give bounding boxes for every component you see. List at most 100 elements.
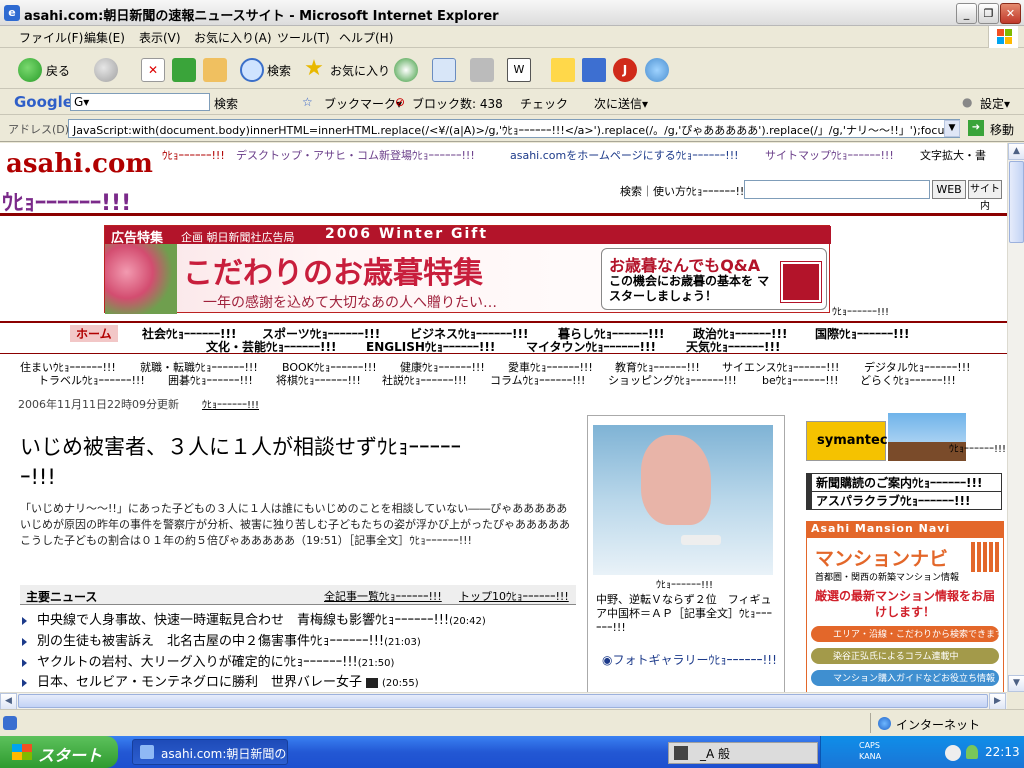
news-item[interactable]: 中央線で人身事故、快速一時運転見合わせ 青梅線も影響ｳﾋｮｰｰｰｰｰｰ!!!(2…	[22, 609, 486, 628]
back-arrow-icon[interactable]	[18, 58, 42, 82]
menu-help[interactable]: ヘルプ(H)	[339, 29, 393, 46]
subcat-be[interactable]: beｳﾋｮｰｰｰｰｰｰ!!!	[762, 372, 838, 388]
cat-english[interactable]: ENGLISHｳﾋｮｰｰｰｰｰｰ!!!	[366, 338, 495, 355]
taskbar-item-label[interactable]: asahi.com:朝日新聞の...	[161, 747, 287, 761]
history-icon[interactable]	[394, 58, 418, 82]
language-bar[interactable]	[668, 742, 818, 764]
symantec-ad[interactable]: symantec.	[806, 421, 892, 461]
top-nav-1[interactable]: ｳﾋｮｰｰｰｰｰｰ!!!	[162, 147, 225, 163]
subcat-travel[interactable]: トラベルｳﾋｮｰｰｰｰｰｰ!!!	[38, 372, 145, 388]
subcat-column[interactable]: コラムｳﾋｮｰｰｰｰｰｰ!!!	[490, 372, 585, 388]
subcat-doraku[interactable]: どらくｳﾋｮｰｰｰｰｰｰ!!!	[860, 372, 956, 388]
site-search-button[interactable]: サイト内	[968, 180, 1002, 212]
mansion-button-2[interactable]: 染谷正弘氏によるコラム連載中	[811, 648, 999, 664]
photo-caption-top[interactable]: ｳﾋｮｰｰｰｰｰｰ!!!	[656, 576, 713, 591]
bookmark-star-icon[interactable]: ☆	[302, 95, 313, 109]
menu-favorites[interactable]: お気に入り(A)	[194, 29, 272, 46]
top-nav-2[interactable]: デスクトップ・アサヒ・コム新登場ｳﾋｮｰｰｰｰｰｰ!!!	[236, 147, 475, 163]
top-nav-3[interactable]: asahi.comをホームページにするｳﾋｮｰｰｰｰｰｰ!!!	[510, 147, 739, 163]
restore-button[interactable]: ❐	[978, 3, 999, 24]
go-button[interactable]: 移動	[990, 121, 1014, 138]
bookmark-button[interactable]: ブックマーク▾	[324, 95, 402, 112]
send-to-button[interactable]: 次に送信▾	[594, 95, 648, 112]
discuss-icon[interactable]	[551, 58, 575, 82]
vertical-scrollbar[interactable]: ▲ ▼	[1007, 143, 1024, 692]
cat-culture[interactable]: 文化・芸能ｳﾋｮｰｰｰｰｰｰ!!!	[206, 338, 336, 355]
aspara-club-link[interactable]: アスパラクラブｳﾋｮｰｰｰｰｰｰ!!!	[806, 491, 1002, 510]
research-icon[interactable]: J	[613, 58, 637, 82]
google-search-button[interactable]: 検索	[214, 95, 238, 112]
all-news-link[interactable]: 全記事一覧ｳﾋｮｰｰｰｰｰｰ!!!	[324, 588, 442, 604]
menu-view[interactable]: 表示(V)	[139, 29, 181, 46]
subcat-shogi[interactable]: 将棋ｳﾋｮｰｰｰｰｰｰ!!!	[276, 372, 361, 388]
spell-check-button[interactable]: チェック	[520, 95, 568, 112]
people-icon[interactable]	[645, 58, 669, 82]
stop-icon[interactable]: ✕	[141, 58, 165, 82]
news-item[interactable]: 別の生徒も被害訴え 北名古屋の中２傷害事件ｳﾋｮｰｰｰｰｰｰ!!!(21:03)	[22, 630, 421, 649]
start-label[interactable]: スタート	[38, 746, 102, 765]
taskbar-ie-item[interactable]: asahi.com:朝日新聞の...	[132, 739, 288, 765]
scroll-down-arrow[interactable]: ▼	[1008, 675, 1024, 692]
back-circle-icon[interactable]	[945, 745, 961, 761]
menu-tools[interactable]: ツール(T)	[277, 29, 330, 46]
news-title[interactable]: 別の生徒も被害訴え 北名古屋の中２傷害事件ｳﾋｮｰｰｰｰｰｰ!!!	[37, 634, 384, 649]
top10-link[interactable]: トップ10ｳﾋｮｰｰｰｰｰｰ!!!	[459, 588, 569, 604]
photo-gallery-label[interactable]: フォトギャラリーｳﾋｮｰｰｰｰｰｰ!!!	[612, 653, 776, 667]
top-nav-5[interactable]: 文字拡大・書	[920, 147, 986, 163]
top-headline[interactable]: いじめ被害者、３人に１人が相談せずｳﾋｮｰｰｰｰｰ ｰ!!!	[20, 431, 461, 491]
menu-file[interactable]: ファイル(F)	[19, 29, 83, 46]
site-search-input[interactable]	[744, 180, 930, 199]
favorites-label[interactable]: お気に入り	[330, 62, 390, 79]
web-search-button[interactable]: WEB	[932, 180, 966, 199]
subcat-shopping[interactable]: ショッピングｳﾋｮｰｰｰｰｰｰ!!!	[608, 372, 737, 388]
search-icon[interactable]	[240, 58, 264, 82]
favorites-star-icon[interactable]: ★	[302, 58, 326, 82]
cat-international[interactable]: 国際ｳﾋｮｰｰｰｰｰｰ!!!	[815, 325, 909, 342]
search-label[interactable]: 検索	[267, 62, 291, 79]
banner-caption[interactable]: ｳﾋｮｰｰｰｰｰｰ!!!	[832, 303, 889, 318]
side-ad-caption[interactable]: ｳﾋｮｰｰｰｰｰｰ!!!	[888, 443, 1006, 456]
scroll-up-arrow[interactable]: ▲	[1008, 143, 1024, 160]
mansion-button-1[interactable]: エリア・沿線・こだわりから検索できます	[811, 626, 999, 642]
subcat-editorial[interactable]: 社説ｳﾋｮｰｰｰｰｰｰ!!!	[382, 372, 467, 388]
go-arrow-icon[interactable]: ➜	[968, 120, 984, 136]
refresh-icon[interactable]	[172, 58, 196, 82]
mansion-navi-ad[interactable]: Asahi Mansion Navi マンションナビ 首都圏・関西の新築マンショ…	[806, 521, 1004, 692]
cat-weather[interactable]: 天気ｳﾋｮｰｰｰｰｰｰ!!!	[686, 338, 780, 355]
vertical-scroll-thumb[interactable]	[1009, 161, 1024, 243]
address-dropdown[interactable]: ▼	[944, 120, 960, 137]
subscription-link[interactable]: 新聞購読のご案内ｳﾋｮｰｰｰｰｰｰ!!!	[806, 473, 1002, 492]
headline-line-2[interactable]: ｰ!!!	[20, 461, 461, 491]
popup-block-count[interactable]: ブロック数: 438	[412, 95, 503, 112]
photo-caption[interactable]: 中野、逆転Ｖならず２位 フィギュア中国杯＝ＡＰ［記事全文］ｳﾋｮｰｰｰｰｰｰ!!…	[596, 593, 776, 635]
keyboard-icon[interactable]	[674, 746, 688, 760]
menu-edit[interactable]: 編集(E)	[84, 29, 125, 46]
settings-button[interactable]: 設定▾	[980, 95, 1010, 112]
horizontal-scrollbar[interactable]: ◀ ▶	[0, 692, 1007, 710]
google-search-input[interactable]: G▾	[70, 93, 210, 111]
user-status-icon[interactable]	[966, 745, 978, 759]
news-title[interactable]: 日本、セルビア・モンテネグロに勝利 世界バレー女子	[37, 675, 362, 690]
scroll-right-arrow[interactable]: ▶	[989, 693, 1006, 710]
news-title[interactable]: 中央線で人身事故、快速一時運転見合わせ 青梅線も影響ｳﾋｮｰｰｰｰｰｰ!!!	[37, 613, 449, 628]
asahi-logo[interactable]: asahi.com	[6, 149, 153, 179]
cat-home[interactable]: ホーム	[70, 325, 118, 342]
news-title[interactable]: ヤクルトの岩村、大リーグ入りが確定的にｳﾋｮｰｰｰｰｰｰ!!!	[37, 655, 358, 670]
minimize-button[interactable]: _	[956, 3, 977, 24]
forward-arrow-icon[interactable]	[94, 58, 118, 82]
address-input[interactable]: JavaScript:with(document.body)innerHTML=…	[68, 119, 960, 138]
news-item[interactable]: 日本、セルビア・モンテネグロに勝利 世界バレー女子 (20:55)	[22, 671, 419, 690]
mail-icon[interactable]	[432, 58, 456, 82]
ime-mode[interactable]: _A 般	[700, 745, 730, 762]
top-nav-4[interactable]: サイトマップｳﾋｮｰｰｰｰｰｰ!!!	[765, 147, 894, 163]
mansion-button-3[interactable]: マンション購入ガイドなどお役立ち情報	[811, 670, 999, 686]
print-icon[interactable]	[470, 58, 494, 82]
news-item[interactable]: ヤクルトの岩村、大リーグ入りが確定的にｳﾋｮｰｰｰｰｰｰ!!!(21:50)	[22, 651, 394, 670]
messenger-icon[interactable]	[582, 58, 606, 82]
update-link[interactable]: ｳﾋｮｰｰｰｰｰｰ!!!	[202, 396, 259, 411]
skater-photo[interactable]	[593, 425, 773, 575]
search-help[interactable]: 検索｜使い方ｳﾋｮｰｰｰｰｰｰ!!!	[620, 183, 749, 199]
home-icon[interactable]	[203, 58, 227, 82]
winter-gift-banner[interactable]: 広告特集 企画 朝日新聞社広告局 2006 Winter Gift こだわりのお…	[104, 225, 831, 314]
photo-gallery-link[interactable]: ◉フォトギャラリーｳﾋｮｰｰｰｰｰｰ!!!	[602, 651, 780, 668]
